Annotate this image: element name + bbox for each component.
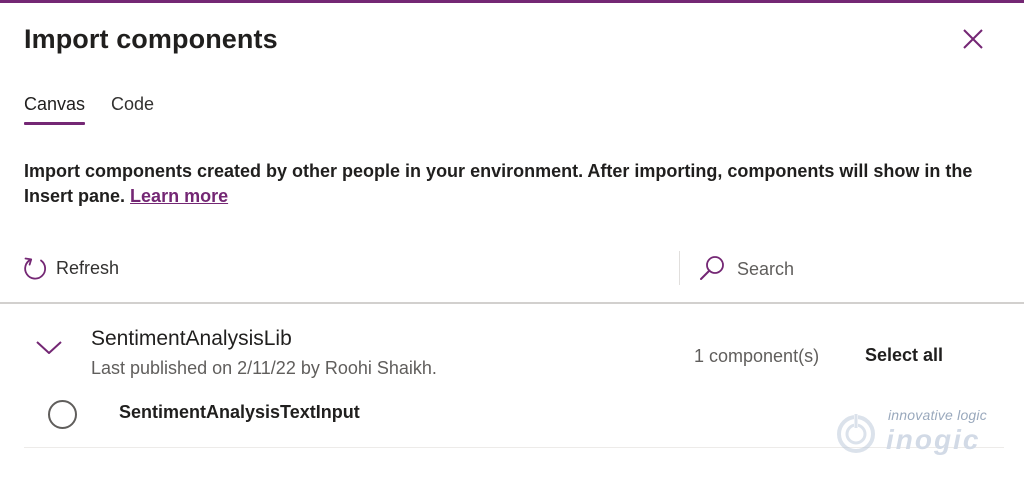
close-button[interactable] — [958, 24, 988, 54]
learn-more-link[interactable]: Learn more — [130, 186, 228, 206]
toolbar-divider — [679, 251, 680, 285]
tab-code[interactable]: Code — [111, 94, 154, 124]
watermark-tagline: innovative logic — [888, 407, 987, 423]
select-all-button[interactable]: Select all — [865, 345, 943, 366]
tab-canvas[interactable]: Canvas — [24, 94, 86, 125]
description: Import components created by other peopl… — [24, 159, 1014, 209]
component-count: 1 component(s) — [694, 346, 820, 366]
library-meta: Last published on 2/11/22 by Roohi Shaik… — [91, 358, 437, 378]
close-icon — [963, 29, 983, 49]
header-divider — [0, 302, 1024, 304]
chevron-down-icon — [36, 341, 62, 354]
watermark-brand: inogic — [886, 424, 981, 455]
top-accent-bar — [0, 0, 1024, 3]
refresh-icon — [24, 257, 46, 280]
dialog-title: Import components — [24, 24, 278, 54]
tab-bar: Canvas Code — [24, 94, 180, 126]
library-name: SentimentAnalysisLib — [91, 327, 292, 350]
search-input[interactable] — [737, 258, 997, 280]
component-name: SentimentAnalysisTextInput — [119, 402, 360, 422]
search-box[interactable] — [697, 252, 1017, 286]
search-icon — [700, 256, 724, 280]
refresh-label: Refresh — [56, 257, 120, 278]
refresh-button[interactable]: Refresh — [22, 255, 119, 281]
expand-library-button[interactable] — [34, 336, 64, 358]
component-radio[interactable] — [48, 400, 77, 429]
